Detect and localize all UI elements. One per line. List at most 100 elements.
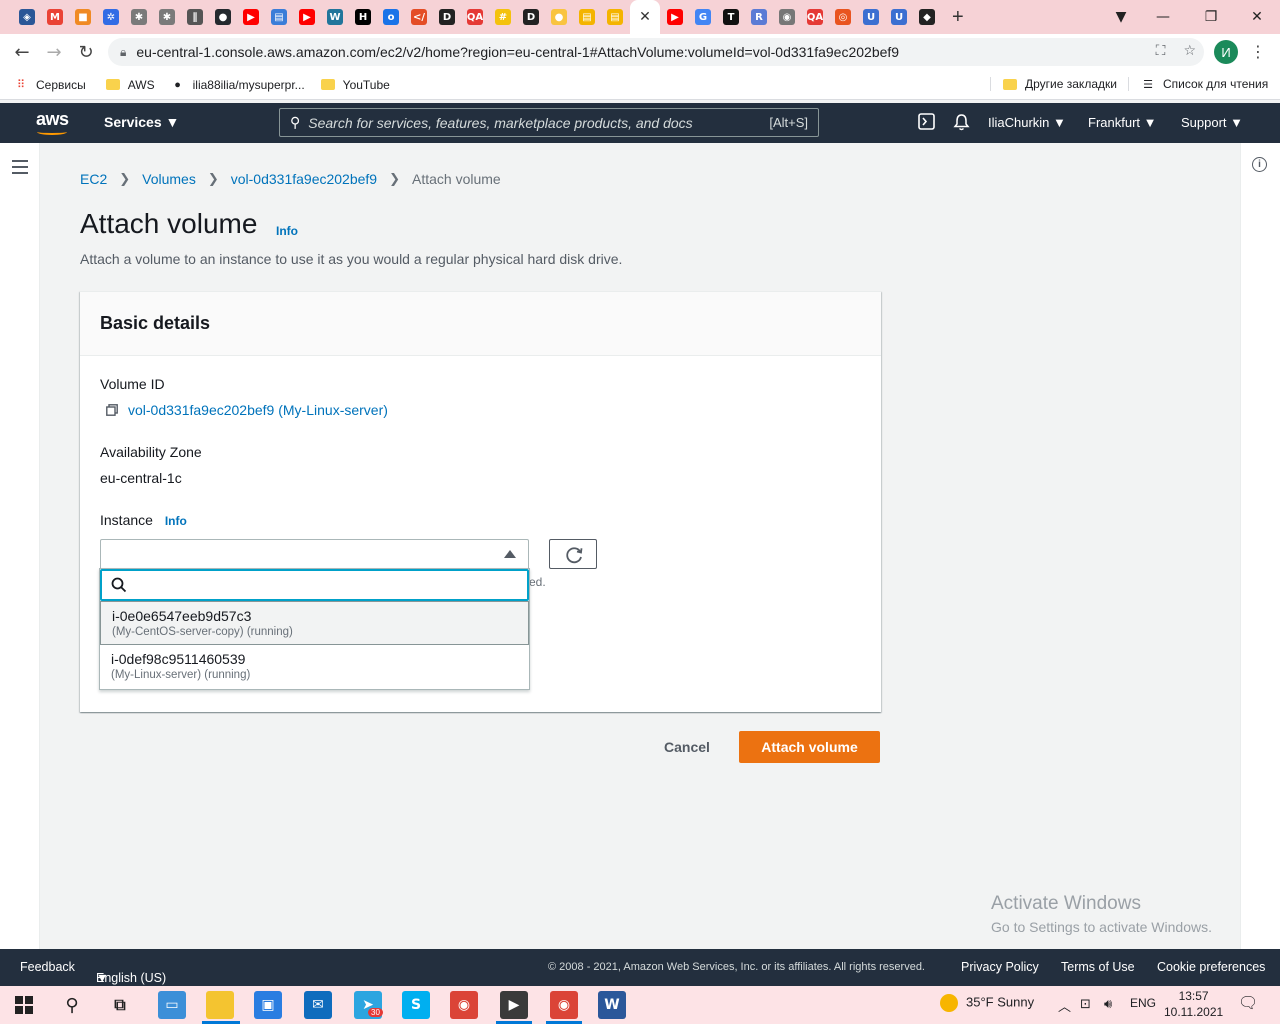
browser-tab[interactable]: H bbox=[350, 0, 376, 34]
input-language[interactable]: ENG bbox=[1130, 996, 1156, 1010]
support-menu[interactable]: Support ▼ bbox=[1181, 115, 1243, 130]
copy-icon[interactable] bbox=[106, 404, 118, 416]
windows-start-icon[interactable] bbox=[10, 991, 38, 1019]
mail-icon[interactable]: ✉ bbox=[304, 991, 332, 1019]
breadcrumb-volume-id[interactable]: vol-0d331fa9ec202bef9 bbox=[231, 171, 377, 187]
page-title-info-link[interactable]: Info bbox=[276, 224, 298, 238]
tray-chevron-up-icon[interactable]: ︿ bbox=[1058, 996, 1071, 1015]
browser-tab[interactable]: ▤ bbox=[266, 0, 292, 34]
browser-tab[interactable]: ● bbox=[546, 0, 572, 34]
browser-tab[interactable]: ✱ bbox=[154, 0, 180, 34]
restore-icon[interactable]: ❐ bbox=[1188, 0, 1234, 34]
browser-tab[interactable]: ■ bbox=[70, 0, 96, 34]
cloudshell-icon[interactable] bbox=[918, 113, 935, 133]
browser-tab[interactable]: ● bbox=[210, 0, 236, 34]
address-bar[interactable]: 🔒︎ eu-central-1.console.aws.amazon.com/e… bbox=[108, 38, 1204, 66]
terminal-icon[interactable]: ▶ bbox=[500, 991, 528, 1019]
instance-info-link[interactable]: Info bbox=[165, 514, 187, 528]
help-panel-info-icon[interactable]: i bbox=[1252, 157, 1267, 172]
hamburger-menu-icon[interactable] bbox=[12, 158, 28, 179]
translate-icon[interactable]: ⛶ bbox=[1156, 42, 1166, 59]
browser-tab[interactable]: ▶ bbox=[662, 0, 688, 34]
region-menu[interactable]: Frankfurt ▼ bbox=[1088, 115, 1157, 130]
close-window-icon[interactable]: ✕ bbox=[1234, 0, 1280, 34]
bookmark-star-icon[interactable]: ☆ bbox=[1183, 42, 1196, 59]
bookmark-apps[interactable]: ⠿ Сервисы bbox=[14, 78, 86, 92]
instance-option[interactable]: i-0def98c9511460539 (My-Linux-server) (r… bbox=[100, 645, 529, 689]
browser-tab[interactable]: ◎ bbox=[830, 0, 856, 34]
terms-of-use-link[interactable]: Terms of Use bbox=[1061, 960, 1135, 974]
bookmark-reading-list[interactable]: ☰ Список для чтения bbox=[1128, 77, 1268, 91]
browser-tab[interactable]: M bbox=[42, 0, 68, 34]
browser-tab[interactable]: ◉ bbox=[774, 0, 800, 34]
browser-tab[interactable]: ▶ bbox=[238, 0, 264, 34]
browser-tab[interactable]: # bbox=[490, 0, 516, 34]
browser-tab[interactable]: ▤ bbox=[574, 0, 600, 34]
chrome-icon[interactable]: ◉ bbox=[550, 991, 578, 1019]
instance-filter-input[interactable] bbox=[100, 569, 529, 601]
system-clock[interactable]: 13:57 10.11.2021 bbox=[1164, 988, 1223, 1020]
notifications-icon[interactable]: 🗨︎ bbox=[1238, 993, 1258, 1013]
browser-tab[interactable]: ∥ bbox=[182, 0, 208, 34]
bookmark-aws[interactable]: AWS bbox=[105, 78, 155, 92]
browser-tab[interactable]: </ bbox=[406, 0, 432, 34]
privacy-policy-link[interactable]: Privacy Policy bbox=[961, 960, 1039, 974]
new-tab-icon[interactable]: + bbox=[952, 6, 964, 29]
store-icon[interactable]: ▣ bbox=[254, 991, 282, 1019]
browser-tab[interactable]: D bbox=[518, 0, 544, 34]
bookmark-github[interactable]: ● ilia88ilia/mysuperpr... bbox=[171, 78, 304, 92]
browser-tab[interactable]: U bbox=[858, 0, 884, 34]
browser-tab[interactable]: W bbox=[322, 0, 348, 34]
close-tab-icon[interactable]: ✕ bbox=[637, 9, 653, 25]
browser-tab[interactable]: QA bbox=[462, 0, 488, 34]
search-icon[interactable]: ⚲ bbox=[58, 991, 86, 1019]
browser-tab[interactable]: R bbox=[746, 0, 772, 34]
word-icon[interactable]: W bbox=[598, 991, 626, 1019]
browser-menu-icon[interactable]: ⋮ bbox=[1250, 42, 1266, 62]
profile-avatar[interactable]: И bbox=[1214, 40, 1238, 64]
browser-tab[interactable]: ◈ bbox=[14, 0, 40, 34]
browser-tab[interactable]: ✲ bbox=[98, 0, 124, 34]
attach-volume-button[interactable]: Attach volume bbox=[739, 731, 880, 763]
active-browser-tab[interactable]: ✕ bbox=[630, 0, 660, 34]
chrome-icon[interactable]: ◉ bbox=[450, 991, 478, 1019]
browser-tab[interactable]: QA bbox=[802, 0, 828, 34]
aws-logo[interactable]: aws bbox=[36, 109, 69, 130]
browser-tab[interactable]: G bbox=[690, 0, 716, 34]
browser-tab[interactable]: ◆ bbox=[914, 0, 940, 34]
browser-tab[interactable]: ✱ bbox=[126, 0, 152, 34]
cancel-button[interactable]: Cancel bbox=[652, 731, 722, 763]
cookie-preferences-link[interactable]: Cookie preferences bbox=[1157, 960, 1265, 974]
instance-option[interactable]: i-0e0e6547eeb9d57c3 (My-CentOS-server-co… bbox=[100, 601, 529, 645]
browser-tab[interactable]: ▤ bbox=[602, 0, 628, 34]
reload-icon[interactable]: ↻ bbox=[70, 36, 102, 68]
skype-icon[interactable]: S bbox=[402, 991, 430, 1019]
volume-id-link[interactable]: vol-0d331fa9ec202bef9 (My-Linux-server) bbox=[128, 402, 388, 418]
refresh-button[interactable] bbox=[549, 539, 597, 569]
services-menu[interactable]: Services ▼ bbox=[104, 114, 179, 130]
browser-tab[interactable]: o bbox=[378, 0, 404, 34]
file-explorer-icon[interactable] bbox=[206, 991, 234, 1019]
breadcrumb-ec2[interactable]: EC2 bbox=[80, 171, 107, 187]
forward-icon[interactable]: → bbox=[38, 36, 70, 68]
weather-widget[interactable]: 35°F Sunny bbox=[940, 994, 1034, 1012]
browser-tab[interactable]: T bbox=[718, 0, 744, 34]
network-icon[interactable]: ⊡ bbox=[1080, 996, 1091, 1012]
task-view-icon[interactable]: ⧉ bbox=[106, 991, 134, 1019]
browser-tab[interactable]: ▶ bbox=[294, 0, 320, 34]
feedback-link[interactable]: Feedback bbox=[20, 960, 75, 974]
bell-icon[interactable] bbox=[953, 113, 970, 134]
tab-search-icon[interactable]: ▼ bbox=[1098, 0, 1144, 34]
aws-search-input[interactable]: ⚲ Search for services, features, marketp… bbox=[279, 108, 819, 137]
user-menu[interactable]: IliaChurkin ▼ bbox=[988, 115, 1066, 130]
browser-tab[interactable]: U bbox=[886, 0, 912, 34]
minimize-icon[interactable]: — bbox=[1140, 0, 1186, 34]
bookmark-youtube[interactable]: YouTube bbox=[320, 78, 390, 92]
back-icon[interactable]: ← bbox=[6, 36, 38, 68]
breadcrumb-volumes[interactable]: Volumes bbox=[142, 171, 196, 187]
lock-icon[interactable]: 🔒︎ bbox=[120, 45, 126, 60]
volume-icon[interactable]: 🔊︎ bbox=[1104, 996, 1112, 1012]
bookmark-other[interactable]: Другие закладки bbox=[990, 77, 1117, 91]
instance-select[interactable] bbox=[100, 539, 529, 570]
mycomputer-icon[interactable]: ▭ bbox=[158, 991, 186, 1019]
